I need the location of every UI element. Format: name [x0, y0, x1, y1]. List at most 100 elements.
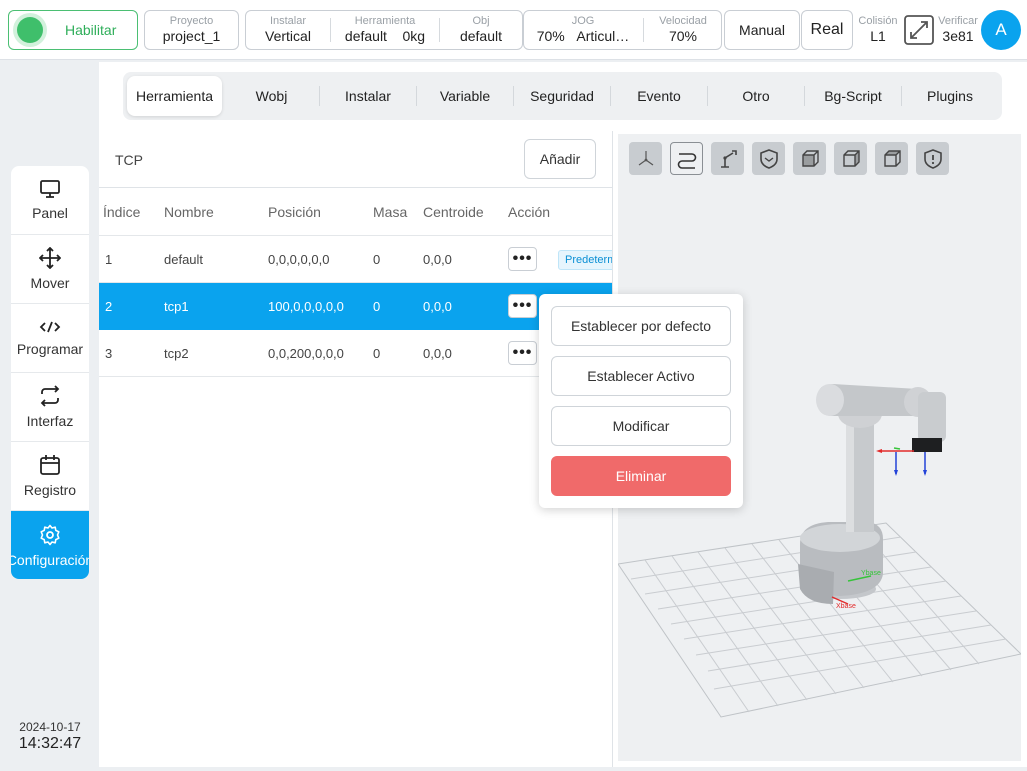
- table-row[interactable]: 2 tcp1 100,0,0,0,0,0 0 0,0,0 •••: [99, 283, 612, 330]
- cell-index: 1: [105, 252, 113, 267]
- manual-mode-button[interactable]: Manual: [724, 10, 800, 50]
- column-header: Nombre: [164, 204, 214, 220]
- nav-item-label: Interfaz: [26, 413, 74, 429]
- cell-index: 3: [105, 346, 113, 361]
- delete-button[interactable]: Eliminar: [551, 456, 731, 496]
- view-side-button[interactable]: [834, 142, 867, 175]
- obj-value: default: [459, 28, 503, 44]
- project-value: project_1: [162, 28, 221, 44]
- enable-button[interactable]: Habilitar: [8, 10, 138, 50]
- table-row[interactable]: 1 default 0,0,0,0,0,0 0 0,0,0 ••• Predet…: [99, 236, 612, 283]
- verify-value: 3e81: [942, 28, 974, 44]
- tab-event[interactable]: Evento: [611, 76, 707, 116]
- collision-label: Colisión: [858, 15, 898, 27]
- base-y-label: Ybase: [861, 570, 881, 577]
- cell-position: 0,0,200,0,0,0: [268, 346, 344, 361]
- move-icon: [39, 247, 61, 269]
- cell-centroid: 0,0,0: [423, 252, 452, 267]
- sidebar-nav: Panel Mover Programar Interfaz Registro …: [11, 166, 89, 579]
- default-badge: Predeterminado: [558, 250, 612, 270]
- tab-variable[interactable]: Variable: [417, 76, 513, 116]
- tab-plugins[interactable]: Plugins: [902, 76, 998, 116]
- collision-level[interactable]: Colisión L1: [855, 10, 901, 50]
- cell-mass: 0: [373, 252, 381, 267]
- tab-wobj[interactable]: Wobj: [224, 76, 319, 116]
- row-action-menu: Establecer por defecto Establecer Activo…: [539, 294, 743, 508]
- tab-safety[interactable]: Seguridad: [514, 76, 610, 116]
- set-active-button[interactable]: Establecer Activo: [551, 356, 731, 396]
- project-selector[interactable]: Proyecto project_1: [144, 10, 239, 50]
- code-icon: [39, 321, 61, 333]
- nav-item-label: Registro: [23, 482, 77, 498]
- enable-status-icon: [17, 17, 43, 43]
- base-x-text: Xbase: [836, 603, 856, 610]
- tcp-panel: TCP Añadir Índice Nombre Posición Masa C…: [99, 131, 613, 767]
- cell-index: 2: [105, 299, 113, 314]
- install-tool-obj-group[interactable]: Instalar Vertical Herramienta default 0k…: [245, 10, 523, 50]
- nav-item-settings[interactable]: Configuración: [11, 511, 89, 579]
- cell-mass: 0: [373, 299, 381, 314]
- clock: 2024-10-17 14:32:47: [0, 720, 100, 753]
- view-axes-button[interactable]: [629, 142, 662, 175]
- base-y-text: Ybase: [861, 570, 881, 577]
- tool-label: Herramienta: [354, 15, 416, 27]
- cube-side-icon: [842, 149, 860, 167]
- nav-item-interface[interactable]: Interfaz: [11, 373, 89, 442]
- view-path-button[interactable]: [670, 142, 703, 175]
- add-tcp-button[interactable]: Añadir: [524, 139, 596, 179]
- speed-label: Velocidad: [659, 15, 707, 27]
- column-header: Posición: [268, 204, 321, 220]
- nav-item-move[interactable]: Mover: [11, 235, 89, 304]
- row-more-button[interactable]: •••: [508, 294, 537, 318]
- row-more-button[interactable]: •••: [508, 341, 537, 365]
- view-top-button[interactable]: [875, 142, 908, 175]
- user-avatar[interactable]: A: [981, 10, 1021, 50]
- verify-label: Verificar: [938, 15, 978, 27]
- axes-view-icon: [638, 150, 653, 165]
- current-time: 14:32:47: [18, 735, 82, 752]
- nav-item-program[interactable]: Programar: [11, 304, 89, 373]
- jog-speed-group[interactable]: JOG 70% Articul… Velocidad 70%: [523, 10, 722, 50]
- view-front-button[interactable]: [793, 142, 826, 175]
- base-x-label: Xbase: [836, 603, 856, 610]
- swap-icon: [40, 385, 60, 407]
- nav-item-log[interactable]: Registro: [11, 442, 89, 511]
- cube-front-icon: [801, 149, 819, 167]
- tab-tool[interactable]: Herramienta: [127, 76, 222, 116]
- shield-icon: [759, 148, 778, 169]
- tab-bg-script[interactable]: Bg-Script: [805, 76, 901, 116]
- nav-item-panel[interactable]: Panel: [11, 166, 89, 235]
- cell-position: 0,0,0,0,0,0: [268, 252, 330, 267]
- view-safety-button[interactable]: [752, 142, 785, 175]
- cell-centroid: 0,0,0: [423, 299, 452, 314]
- jog-value: 70%: [536, 28, 565, 44]
- robot-icon: [720, 149, 737, 168]
- modify-button[interactable]: Modificar: [551, 406, 731, 446]
- tab-install[interactable]: Instalar: [320, 76, 416, 116]
- tcp-header: TCP Añadir: [99, 131, 612, 188]
- cube-top-icon: [883, 149, 901, 167]
- path-icon: [677, 152, 696, 169]
- warning-shield-icon: [923, 148, 942, 169]
- monitor-icon: [40, 180, 60, 198]
- expand-icon[interactable]: [903, 14, 935, 46]
- jog-label: JOG: [571, 15, 595, 27]
- tab-other[interactable]: Otro: [708, 76, 804, 116]
- real-mode-button[interactable]: Real: [801, 10, 853, 50]
- install-value: Vertical: [265, 28, 311, 44]
- gear-icon: [40, 524, 60, 545]
- nav-item-label: Panel: [32, 205, 68, 221]
- project-label: Proyecto: [169, 15, 214, 27]
- calendar-icon: [40, 455, 60, 475]
- cell-mass: 0: [373, 346, 381, 361]
- set-default-button[interactable]: Establecer por defecto: [551, 306, 731, 346]
- column-header: Masa: [373, 204, 408, 220]
- view-robot-button[interactable]: [711, 142, 744, 175]
- view-warning-button[interactable]: [916, 142, 949, 175]
- jog-mode: Articul…: [576, 28, 630, 44]
- verify-code[interactable]: Verificar 3e81: [935, 10, 981, 50]
- table-row[interactable]: 3 tcp2 0,0,200,0,0,0 0 0,0,0 •••: [99, 330, 612, 377]
- row-more-button[interactable]: •••: [508, 247, 537, 271]
- top-bar: Habilitar Proyecto project_1 Instalar Ve…: [0, 0, 1027, 60]
- collision-value: L1: [870, 28, 886, 44]
